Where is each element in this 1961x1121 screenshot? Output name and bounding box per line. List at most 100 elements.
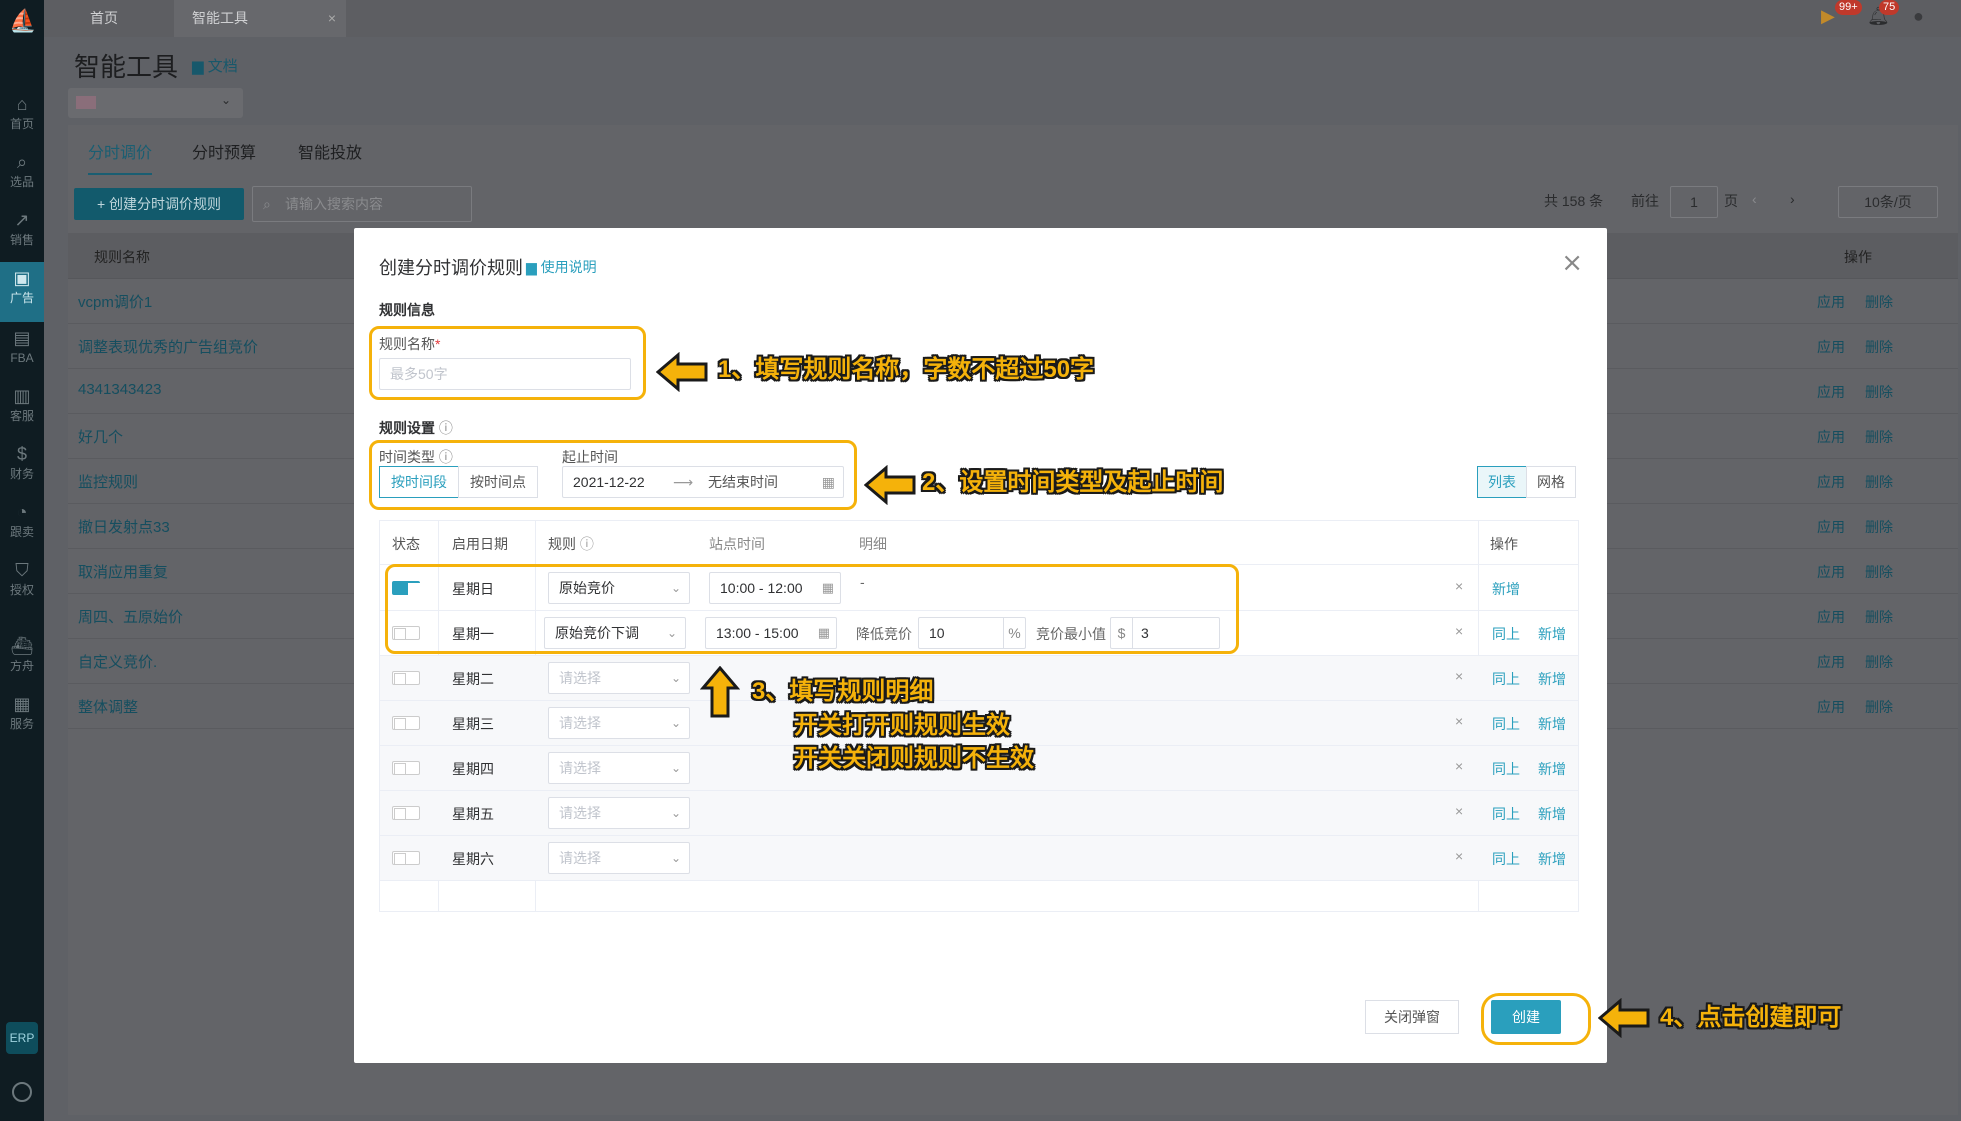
tab-smart-delivery[interactable]: 智能投放	[298, 139, 362, 163]
rule-select[interactable]: 请选择 ⌄	[548, 662, 690, 694]
rule-name-link[interactable]: 调整表现优秀的广告组竞价	[78, 336, 258, 357]
remove-icon[interactable]: ×	[1455, 848, 1463, 864]
delete-link[interactable]: 删除	[1865, 382, 1893, 402]
sidebar-item-follow[interactable]: ◔ 跟卖	[0, 500, 44, 556]
rule-name-link[interactable]: 4341343423	[78, 381, 161, 398]
tab-home[interactable]: 首页	[72, 0, 136, 37]
remove-icon[interactable]: ×	[1455, 623, 1463, 639]
tab-time-bidding[interactable]: 分时调价	[88, 139, 153, 175]
logo-icon[interactable]: ⛵	[9, 8, 36, 36]
create-rule-button[interactable]: + 创建分时调价规则	[74, 188, 244, 220]
sidebar-item-sales[interactable]: ↗ 销售	[0, 208, 44, 264]
delete-link[interactable]: 删除	[1865, 517, 1893, 537]
same-as-above-link[interactable]: 同上	[1492, 759, 1520, 779]
add-link[interactable]: 新增	[1538, 714, 1566, 734]
sidebar-item-service[interactable]: ▥ 客服	[0, 384, 44, 440]
close-icon[interactable]: ×	[328, 0, 336, 37]
add-link[interactable]: 新增	[1538, 624, 1566, 644]
rule-select[interactable]: 请选择 ⌄	[548, 842, 690, 874]
sidebar-item-finance[interactable]: $ 财务	[0, 442, 44, 498]
same-as-above-link[interactable]: 同上	[1492, 714, 1520, 734]
delete-link[interactable]: 删除	[1865, 472, 1893, 492]
doc-link[interactable]: ▆ 文档	[192, 55, 238, 76]
rule-name-link[interactable]: 监控规则	[78, 471, 138, 492]
same-as-above-link[interactable]: 同上	[1492, 624, 1520, 644]
add-link[interactable]: 新增	[1538, 849, 1566, 869]
remove-icon[interactable]: ×	[1455, 758, 1463, 774]
same-as-above-link[interactable]: 同上	[1492, 669, 1520, 689]
sidebar-item-services[interactable]: ▦ 服务	[0, 692, 44, 748]
page-size-select[interactable]: 10条/页	[1838, 186, 1938, 218]
rule-name-link[interactable]: 好几个	[78, 426, 123, 447]
delete-link[interactable]: 删除	[1865, 427, 1893, 447]
sidebar-item-ark[interactable]: ⛴ 方舟	[0, 634, 44, 690]
apply-link[interactable]: 应用	[1817, 652, 1845, 672]
apply-link[interactable]: 应用	[1817, 472, 1845, 492]
rule-name-link[interactable]: 整体调整	[78, 696, 138, 717]
page-input[interactable]: 1	[1670, 186, 1718, 218]
delete-link[interactable]: 删除	[1865, 292, 1893, 312]
apply-link[interactable]: 应用	[1817, 517, 1845, 537]
apply-link[interactable]: 应用	[1817, 337, 1845, 357]
sidebar-item-ads[interactable]: ▣ 广告	[0, 262, 44, 322]
sidebar-item-auth[interactable]: ⛉ 授权	[0, 558, 44, 614]
apply-link[interactable]: 应用	[1817, 697, 1845, 717]
note-step4: 4、点击创建即可	[1660, 1004, 1842, 1031]
rule-select[interactable]: 请选择 ⌄	[548, 707, 690, 739]
add-link[interactable]: 新增	[1538, 669, 1566, 689]
rule-name-link[interactable]: vcpm调价1	[78, 291, 152, 312]
search-input[interactable]: ⌕ 请输入搜索内容	[252, 186, 472, 222]
add-link[interactable]: 新增	[1538, 759, 1566, 779]
apply-link[interactable]: 应用	[1817, 427, 1845, 447]
close-icon[interactable]: ×	[1561, 248, 1583, 278]
delete-link[interactable]: 删除	[1865, 337, 1893, 357]
highlight-create	[1481, 993, 1591, 1045]
status-toggle[interactable]	[392, 671, 420, 685]
rule-name-link[interactable]: 取消应用重复	[78, 561, 168, 582]
rule-name-link[interactable]: 撤日发射点33	[78, 516, 170, 537]
remove-icon[interactable]: ×	[1455, 803, 1463, 819]
remove-icon[interactable]: ×	[1455, 578, 1463, 594]
add-link[interactable]: 新增	[1538, 804, 1566, 824]
apply-link[interactable]: 应用	[1817, 292, 1845, 312]
rule-name-link[interactable]: 周四、五原始价	[78, 606, 183, 627]
sidebar-item-home[interactable]: ⌂ 首页	[0, 92, 44, 148]
status-toggle[interactable]	[392, 806, 420, 820]
remove-icon[interactable]: ×	[1455, 668, 1463, 684]
tab-time-budget[interactable]: 分时预算	[192, 139, 256, 163]
ad-icon: ▣	[13, 268, 31, 288]
play-icon[interactable]: ▶	[1821, 6, 1835, 27]
add-link[interactable]: 新增	[1492, 579, 1520, 599]
apply-link[interactable]: 应用	[1817, 607, 1845, 627]
delete-link[interactable]: 删除	[1865, 562, 1893, 582]
close-modal-button[interactable]: 关闭弹窗	[1365, 1000, 1459, 1034]
sidebar-item-select[interactable]: ⌕ 选品	[0, 150, 44, 206]
status-toggle[interactable]	[392, 761, 420, 775]
rule-select[interactable]: 请选择 ⌄	[548, 752, 690, 784]
store-select[interactable]: ⌄	[68, 88, 243, 118]
avatar[interactable]: ●	[1913, 6, 1924, 27]
delete-link[interactable]: 删除	[1865, 652, 1893, 672]
prev-page-icon[interactable]: ‹	[1752, 191, 1757, 207]
same-as-above-link[interactable]: 同上	[1492, 804, 1520, 824]
remove-icon[interactable]: ×	[1455, 713, 1463, 729]
apply-link[interactable]: 应用	[1817, 382, 1845, 402]
help-link[interactable]: ▆ 使用说明	[526, 257, 597, 277]
status-toggle[interactable]	[392, 851, 420, 865]
delete-link[interactable]: 删除	[1865, 697, 1893, 717]
view-list-button[interactable]: 列表	[1477, 466, 1527, 498]
status-toggle[interactable]	[392, 716, 420, 730]
same-as-above-link[interactable]: 同上	[1492, 849, 1520, 869]
sidebar-item-fba[interactable]: ▤ FBA	[0, 326, 44, 382]
rule-name-link[interactable]: 自定义竞价.	[78, 651, 157, 672]
weekday-label: 星期三	[452, 716, 494, 732]
settings-icon[interactable]	[12, 1082, 32, 1102]
rule-select[interactable]: 请选择 ⌄	[548, 797, 690, 829]
delete-link[interactable]: 删除	[1865, 607, 1893, 627]
apply-link[interactable]: 应用	[1817, 562, 1845, 582]
view-grid-button[interactable]: 网格	[1526, 466, 1576, 498]
weekday-label: 星期五	[452, 806, 494, 822]
next-page-icon[interactable]: ›	[1790, 191, 1795, 207]
erp-button[interactable]: ERP	[6, 1022, 38, 1054]
tab-smart-tools[interactable]: 智能工具 ×	[174, 0, 346, 37]
